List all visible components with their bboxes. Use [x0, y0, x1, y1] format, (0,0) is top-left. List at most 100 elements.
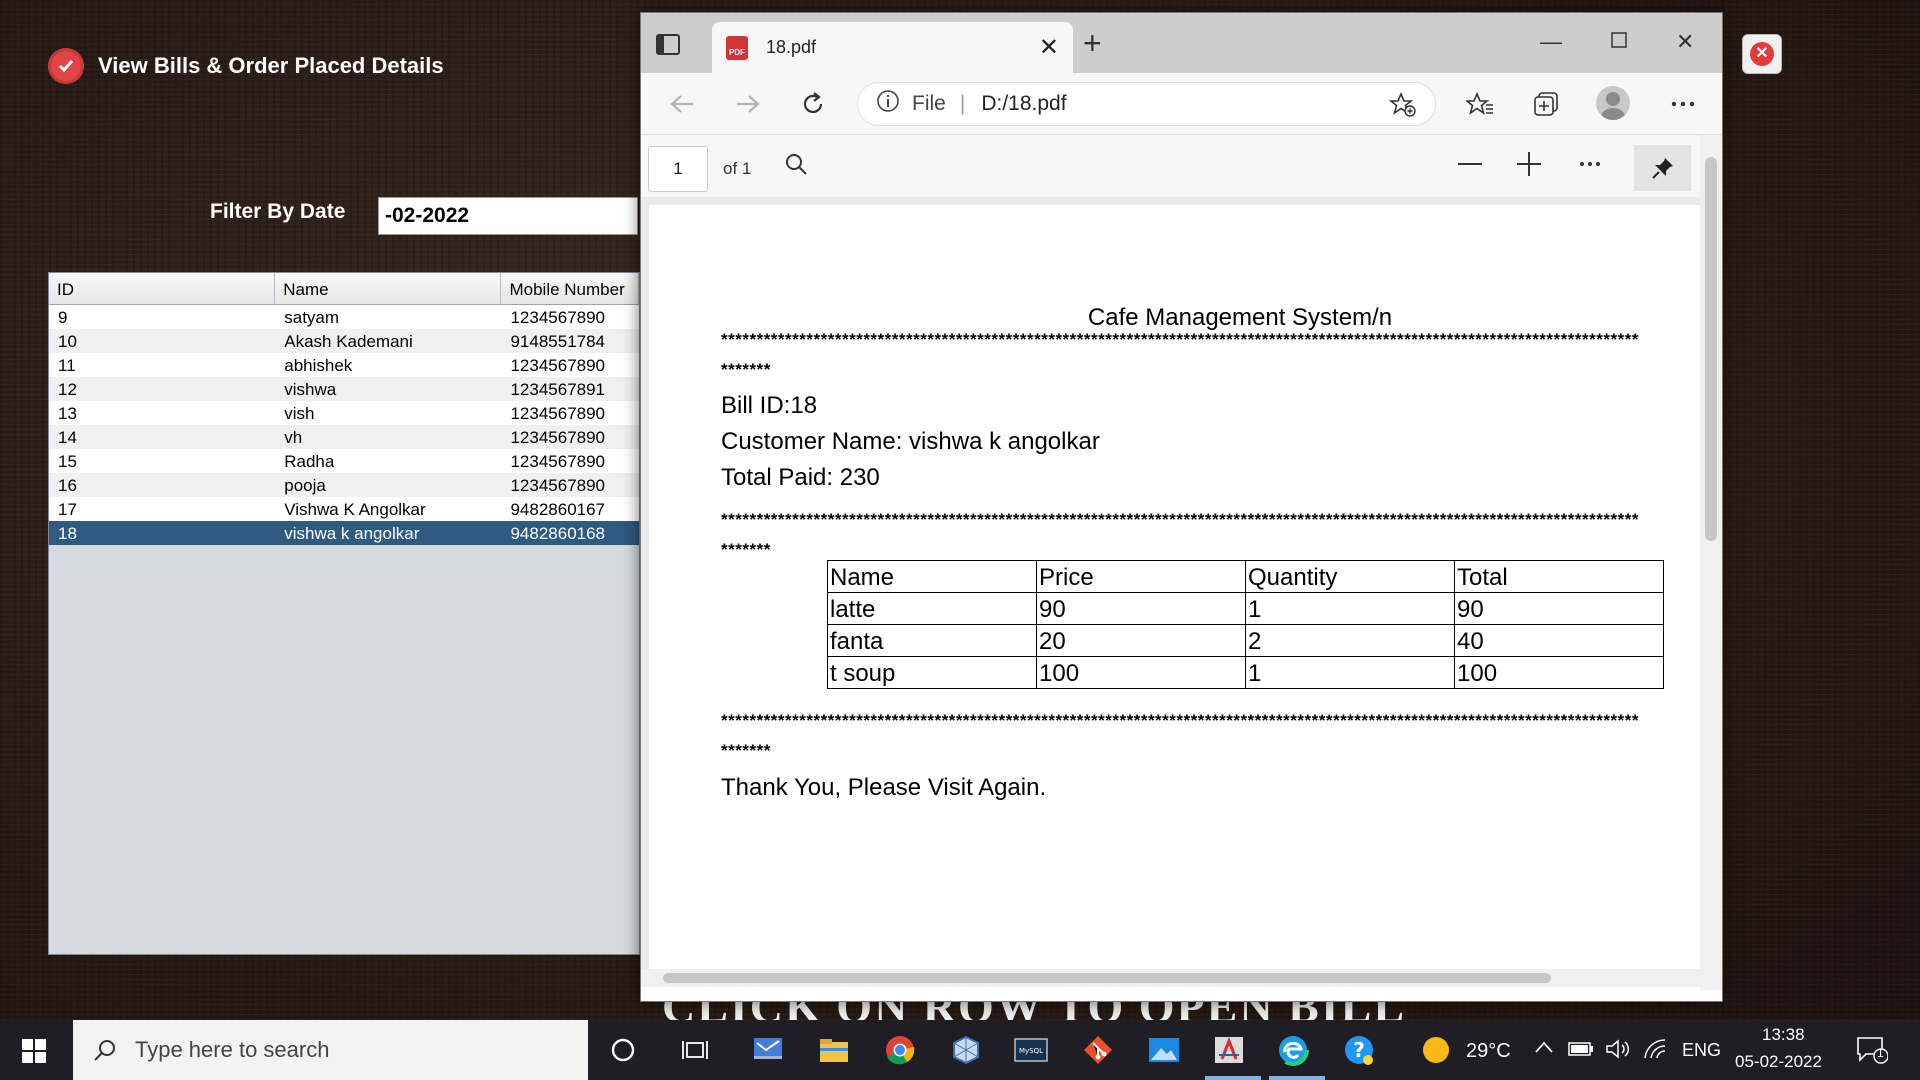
profile-avatar[interactable] — [1596, 86, 1630, 120]
table-row[interactable]: 9 satyam 1234567890 — [49, 305, 639, 329]
favorites-icon[interactable] — [1463, 87, 1497, 121]
forward-arrow-icon[interactable] — [731, 87, 765, 121]
horizontal-scrollbar[interactable] — [641, 969, 1702, 987]
pdf-browser-window: PDF 18.pdf ✕ + — ✕ File | D:/18.pdf 1 of… — [640, 12, 1723, 1002]
table-row[interactable]: 15 Radha 1234567890 — [49, 449, 639, 473]
pdf-file-icon: PDF — [726, 35, 748, 60]
address-bar[interactable]: File | D:/18.pdf — [857, 82, 1436, 126]
notifications-icon[interactable]: 1 — [1856, 1036, 1889, 1069]
browser-tab[interactable]: PDF 18.pdf ✕ — [712, 22, 1073, 73]
page-total: of 1 — [723, 159, 752, 178]
taskbar-search-placeholder: Type here to search — [135, 1037, 330, 1062]
bill-cell: 100 — [1036, 656, 1246, 689]
app-launcher-icon[interactable] — [750, 1032, 786, 1068]
address-scheme: File — [912, 92, 946, 115]
clock-time[interactable]: 13:38 — [1762, 1025, 1805, 1045]
table-cell-id: 16 — [58, 476, 77, 495]
svg-text:?: ? — [1353, 1038, 1365, 1062]
pin-toolbar-icon[interactable] — [1634, 145, 1691, 191]
table-header: ID Name Mobile Number — [49, 273, 639, 305]
java-app-icon[interactable] — [1211, 1032, 1247, 1068]
app-title: View Bills & Order Placed Details — [98, 53, 444, 78]
tab-close-icon[interactable]: ✕ — [1039, 33, 1059, 62]
add-favorite-icon[interactable] — [1388, 91, 1417, 124]
table-row[interactable]: 14 vh 1234567890 — [49, 425, 639, 449]
table-row[interactable]: 18 vishwa k angolkar 9482860168 — [49, 521, 639, 545]
chrome-icon[interactable] — [882, 1032, 918, 1068]
column-header-name[interactable]: Name — [275, 273, 502, 304]
filter-label: Filter By Date — [210, 200, 346, 223]
table-row[interactable]: 12 vishwa 1234567891 — [49, 377, 639, 401]
clock-date[interactable]: 05-02-2022 — [1735, 1052, 1822, 1072]
maximize-icon[interactable] — [1610, 29, 1628, 55]
filter-date-input[interactable] — [378, 197, 638, 235]
page-number-input[interactable]: 1 — [648, 146, 708, 192]
bill-title: Cafe Management System/n — [1087, 304, 1393, 331]
table-cell-mobile: 1234567890 — [510, 404, 606, 423]
refresh-icon[interactable] — [796, 87, 830, 121]
horizontal-scroll-thumb[interactable] — [663, 973, 1551, 983]
zoom-in-icon[interactable] — [1512, 147, 1546, 181]
weather-sun-icon[interactable] — [1418, 1032, 1454, 1068]
table-cell-id: 12 — [58, 380, 77, 399]
tab-bar: PDF 18.pdf ✕ + — ✕ — [641, 13, 1722, 73]
minimize-icon[interactable]: — — [1540, 29, 1562, 55]
show-hidden-icons-chevron-icon[interactable] — [1534, 1038, 1554, 1059]
volume-icon[interactable] — [1605, 1038, 1631, 1065]
table-row[interactable]: 11 abhishek 1234567890 — [49, 353, 639, 377]
table-cell-name: abhishek — [284, 356, 353, 375]
bill-cell: Quantity — [1245, 560, 1455, 593]
file-explorer-icon[interactable] — [816, 1032, 852, 1068]
new-tab-icon[interactable]: + — [1083, 27, 1102, 59]
bills-table: ID Name Mobile Number 9 satyam 1234567890 1… — [48, 272, 640, 955]
separator-stars-tail: ******* — [721, 741, 771, 760]
pdf-more-options-icon[interactable] — [1573, 147, 1607, 181]
active-app-indicator — [1205, 1076, 1261, 1080]
window-close-icon[interactable]: ✕ — [1676, 29, 1694, 55]
windows-start-icon[interactable] — [22, 1039, 46, 1068]
column-header-mobile[interactable]: Mobile Number — [501, 273, 639, 304]
bill-cell: 2 — [1245, 624, 1455, 657]
bill-table-row: t soup 100 1 100 — [827, 656, 1664, 689]
bill-cell: latte — [827, 592, 1037, 625]
language-indicator[interactable]: ENG — [1682, 1040, 1721, 1061]
taskbar-search-box[interactable]: Type here to search — [73, 1020, 588, 1080]
separator-stars: ****************************************… — [721, 711, 1639, 730]
table-cell-id: 18 — [58, 524, 77, 543]
table-cell-id: 10 — [58, 332, 77, 351]
temperature[interactable]: 29°C — [1466, 1040, 1511, 1063]
table-cell-id: 15 — [58, 452, 77, 471]
battery-icon[interactable] — [1568, 1040, 1594, 1063]
vertical-scroll-thumb[interactable] — [1705, 157, 1717, 541]
app-close-button[interactable]: ✕ — [1742, 34, 1782, 74]
table-cell-id: 13 — [58, 404, 77, 423]
table-cell-name: Vishwa K Angolkar — [284, 500, 426, 519]
table-row[interactable]: 17 Vishwa K Angolkar 9482860167 — [49, 497, 639, 521]
virtualbox-icon[interactable] — [948, 1032, 984, 1068]
help-icon[interactable]: ? — [1341, 1032, 1377, 1068]
mysql-workbench-icon[interactable]: MySQL — [1013, 1032, 1049, 1068]
zoom-out-icon[interactable] — [1453, 147, 1487, 181]
bill-cell: 90 — [1036, 592, 1246, 625]
table-row[interactable]: 16 pooja 1234567890 — [49, 473, 639, 497]
back-arrow-icon[interactable] — [665, 87, 699, 121]
cortana-icon[interactable] — [605, 1032, 641, 1068]
table-cell-id: 17 — [58, 500, 77, 519]
photos-icon[interactable] — [1146, 1032, 1182, 1068]
info-icon[interactable] — [876, 89, 900, 119]
separator-stars: ****************************************… — [721, 510, 1639, 529]
column-header-id[interactable]: ID — [49, 273, 276, 304]
table-cell-mobile: 1234567891 — [510, 380, 606, 399]
wifi-icon[interactable] — [1643, 1038, 1667, 1065]
tab-actions-icon[interactable] — [655, 33, 683, 57]
table-row[interactable]: 10 Akash Kademani 9148551784 — [49, 329, 639, 353]
table-row[interactable]: 13 vish 1234567890 — [49, 401, 639, 425]
collections-icon[interactable] — [1529, 87, 1563, 121]
more-options-icon[interactable] — [1666, 87, 1700, 121]
search-icon[interactable] — [779, 147, 813, 181]
git-icon[interactable] — [1080, 1032, 1116, 1068]
edge-icon[interactable] — [1275, 1032, 1311, 1068]
task-view-icon[interactable] — [677, 1032, 713, 1068]
vertical-scrollbar[interactable] — [1700, 135, 1722, 990]
pdf-viewer[interactable]: Cafe Management System/n ***************… — [641, 197, 1722, 995]
